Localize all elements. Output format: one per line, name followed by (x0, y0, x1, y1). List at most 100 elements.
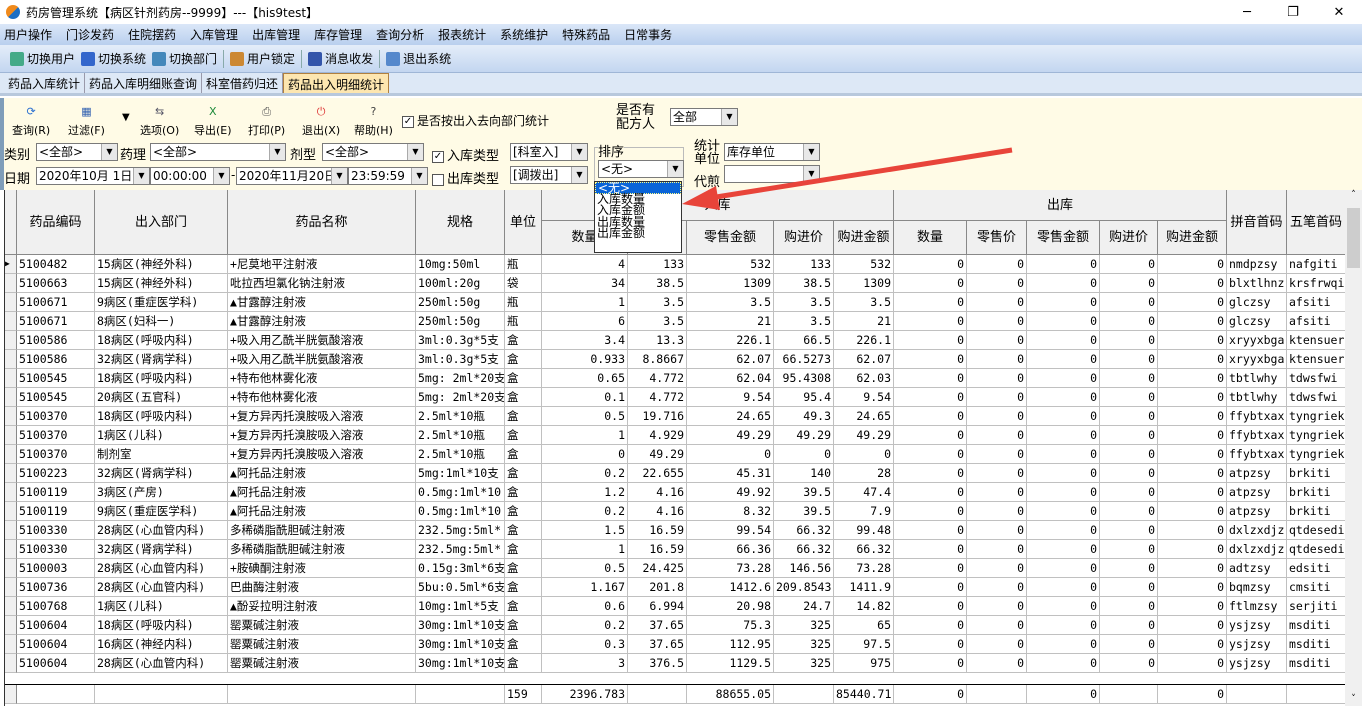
table-cell[interactable]: 0 (1158, 559, 1227, 578)
menu-item[interactable]: 入库管理 (190, 26, 238, 43)
table-cell[interactable]: afsiti (1287, 293, 1345, 312)
table-cell[interactable]: 0 (1027, 331, 1100, 350)
table-cell[interactable]: 16.59 (628, 521, 687, 540)
table-cell[interactable]: 0 (1100, 350, 1158, 369)
table-cell[interactable]: 85440.71 (834, 685, 894, 704)
table-cell[interactable]: 0 (1100, 274, 1158, 293)
table-cell[interactable]: ffybtxax (1227, 407, 1287, 426)
category-select[interactable]: <全部> (36, 143, 118, 161)
table-row[interactable]: 5100545 20病区(五官科) +特布他林雾化液 5mg: 2ml*20支盒 0.1… (5, 388, 1345, 407)
table-row[interactable]: 5100370 1病区(儿科) +复方异丙托溴胺吸入溶液 2.5ml*10瓶盒 1 4.9… (5, 426, 1345, 445)
table-cell[interactable] (628, 685, 687, 704)
table-cell[interactable]: ysjzsy (1227, 654, 1287, 673)
table-cell[interactable]: 吡拉西坦氯化钠注射液 (228, 274, 416, 293)
table-cell[interactable]: krsfrwqi (1287, 274, 1345, 293)
table-cell[interactable]: 24.65 (687, 407, 774, 426)
table-row[interactable]: 5100545 18病区(呼吸内科) +特布他林雾化液 5mg: 2ml*20支盒 0.… (5, 369, 1345, 388)
table-cell[interactable]: 0 (967, 388, 1027, 407)
table-cell[interactable]: 37.65 (628, 616, 687, 635)
table-cell[interactable]: +复方异丙托溴胺吸入溶液 (228, 445, 416, 464)
table-cell[interactable]: +特布他林雾化液 (228, 388, 416, 407)
table-cell[interactable]: 0 (1100, 255, 1158, 274)
table-cell[interactable]: 0 (894, 685, 967, 704)
table-cell[interactable]: ffybtxax (1227, 445, 1287, 464)
table-cell[interactable]: 0.5mg:1ml*10 (416, 483, 505, 502)
table-cell[interactable]: 0 (1158, 483, 1227, 502)
row-selector[interactable] (5, 685, 17, 704)
row-selector[interactable] (5, 274, 17, 293)
table-cell[interactable]: 39.5 (774, 483, 834, 502)
col-header-pinyin[interactable]: 拼音首码 (1227, 190, 1287, 255)
table-cell[interactable]: 0.2 (542, 502, 628, 521)
table-cell[interactable]: 16病区(神经内科) (95, 635, 228, 654)
table-cell[interactable]: ysjzsy (1227, 616, 1287, 635)
table-cell[interactable]: 66.5 (774, 331, 834, 350)
table-cell[interactable]: 瓶 (505, 255, 542, 274)
row-selector[interactable] (5, 502, 17, 521)
menu-item[interactable]: 出库管理 (252, 26, 300, 43)
table-cell[interactable]: 0.5mg:1ml*10 (416, 502, 505, 521)
table-cell[interactable]: 28病区(心血管内科) (95, 559, 228, 578)
tab-item[interactable]: 药品出入明细统计 (283, 73, 390, 93)
table-cell[interactable]: qtdesedi (1287, 540, 1345, 559)
table-cell[interactable]: 250ml:50g (416, 312, 505, 331)
table-cell[interactable]: 15病区(神经外科) (95, 255, 228, 274)
table-cell[interactable]: 0 (967, 616, 1027, 635)
table-cell[interactable]: adtzsy (1227, 559, 1287, 578)
table-cell[interactable]: 0 (894, 407, 967, 426)
table-cell[interactable]: 0 (1027, 654, 1100, 673)
table-cell[interactable]: ysjzsy (1227, 635, 1287, 654)
table-cell[interactable]: 0 (1027, 540, 1100, 559)
table-cell[interactable] (17, 685, 95, 704)
col-header-out-retail-amt[interactable]: 零售金额 (1027, 221, 1100, 255)
table-cell[interactable]: 0 (1027, 388, 1100, 407)
action-button[interactable]: ⎙ 打印(P) (248, 104, 285, 138)
table-cell[interactable]: 4.16 (628, 483, 687, 502)
table-cell[interactable]: 133 (774, 255, 834, 274)
table-cell[interactable]: 0 (1100, 388, 1158, 407)
menu-item[interactable]: 报表统计 (438, 26, 486, 43)
col-header-out-retail[interactable]: 零售价 (967, 221, 1027, 255)
table-cell[interactable]: 66.32 (834, 540, 894, 559)
table-cell[interactable]: 0 (1100, 559, 1158, 578)
table-cell[interactable]: 盒 (505, 388, 542, 407)
row-selector[interactable] (5, 654, 17, 673)
table-cell[interactable]: tdwsfwi (1287, 388, 1345, 407)
table-cell[interactable]: 9.54 (687, 388, 774, 407)
table-cell[interactable]: 1309 (834, 274, 894, 293)
table-cell[interactable]: 133 (628, 255, 687, 274)
table-row[interactable]: 5100370 18病区(呼吸内科) +复方异丙托溴胺吸入溶液 2.5ml*10瓶盒 0… (5, 407, 1345, 426)
action-button[interactable]: ⟳ 查询(R) (12, 104, 50, 138)
table-cell[interactable]: 5100330 (17, 521, 95, 540)
table-cell[interactable]: 226.1 (834, 331, 894, 350)
table-cell[interactable]: 0 (1158, 464, 1227, 483)
table-cell[interactable]: 5100223 (17, 464, 95, 483)
table-cell[interactable]: 多稀磷脂酰胆碱注射液 (228, 521, 416, 540)
col-header-wubi[interactable]: 五笔首码 (1287, 190, 1345, 255)
row-selector[interactable] (5, 540, 17, 559)
toolbar-button[interactable]: 切换部门 (152, 50, 217, 67)
table-cell[interactable]: 0 (894, 331, 967, 350)
table-cell[interactable]: 5100604 (17, 616, 95, 635)
table-cell[interactable]: 1 (542, 426, 628, 445)
table-cell[interactable]: 多稀磷脂酰胆碱注射液 (228, 540, 416, 559)
table-cell[interactable]: 95.4 (774, 388, 834, 407)
table-cell[interactable]: 9.54 (834, 388, 894, 407)
table-cell[interactable]: 0 (1100, 502, 1158, 521)
table-cell[interactable]: 0 (894, 312, 967, 331)
table-cell[interactable]: 9病区(重症医学科) (95, 293, 228, 312)
table-cell[interactable]: 0 (967, 540, 1027, 559)
table-cell[interactable]: 0 (1100, 616, 1158, 635)
table-cell[interactable]: msditi (1287, 654, 1345, 673)
table-cell[interactable]: 0 (1158, 331, 1227, 350)
table-cell[interactable]: 制剂室 (95, 445, 228, 464)
table-cell[interactable]: 49.29 (687, 426, 774, 445)
table-cell[interactable]: 6.994 (628, 597, 687, 616)
table-cell[interactable]: +特布他林雾化液 (228, 369, 416, 388)
table-cell[interactable]: 0 (1158, 685, 1227, 704)
table-cell[interactable]: 5100604 (17, 654, 95, 673)
table-cell[interactable]: 28病区(心血管内科) (95, 521, 228, 540)
table-cell[interactable]: 盒 (505, 369, 542, 388)
table-cell[interactable]: 0 (1027, 293, 1100, 312)
table-cell[interactable]: 0 (967, 635, 1027, 654)
